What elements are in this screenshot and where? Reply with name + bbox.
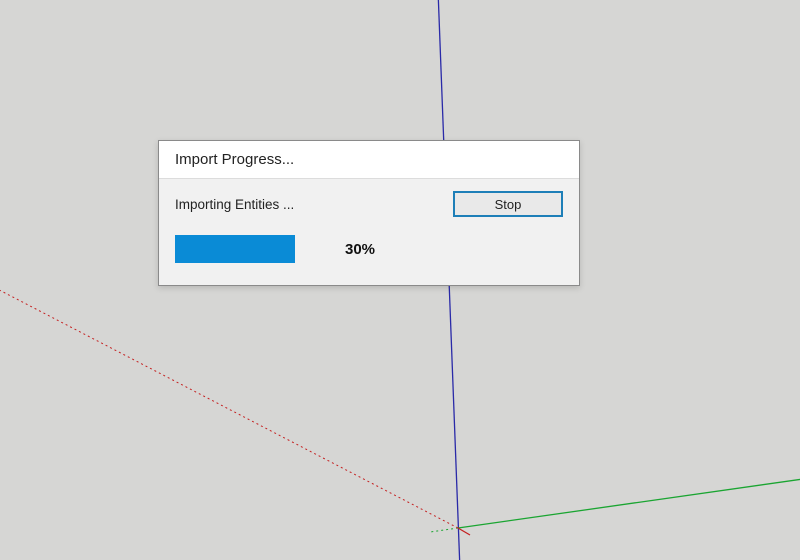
progress-row: 30% xyxy=(175,235,563,263)
dialog-title: Import Progress... xyxy=(159,141,579,178)
progress-percent-label: 30% xyxy=(345,241,375,258)
status-row: Importing Entities ... Stop xyxy=(175,191,563,217)
import-progress-dialog: Import Progress... Importing Entities ..… xyxy=(158,140,580,286)
axis-green xyxy=(458,478,800,528)
progress-bar-fill xyxy=(175,235,295,263)
stop-button-label: Stop xyxy=(495,197,522,212)
axis-red-dotted xyxy=(0,280,458,528)
status-text: Importing Entities ... xyxy=(175,197,294,212)
progress-bar xyxy=(175,235,295,263)
axis-red-solid xyxy=(458,528,470,535)
stop-button[interactable]: Stop xyxy=(453,191,563,217)
dialog-body: Importing Entities ... Stop 30% xyxy=(159,178,579,285)
axis-green-dotted xyxy=(430,528,458,532)
